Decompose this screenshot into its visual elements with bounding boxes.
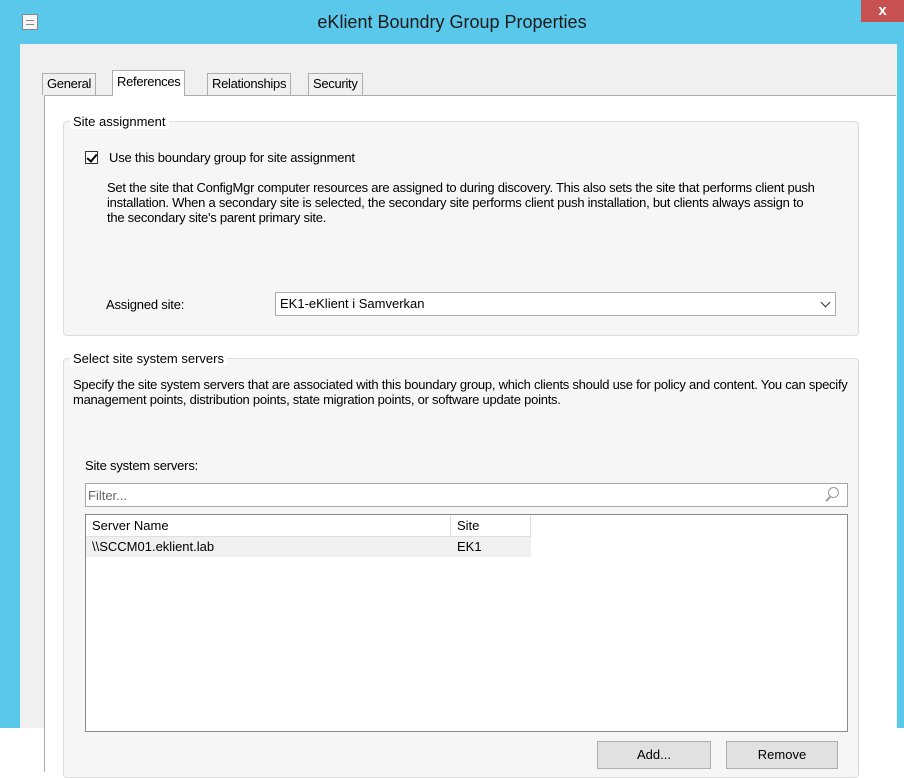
add-button[interactable]: Add... (597, 741, 711, 769)
site-assignment-description: Set the site that ConfigMgr computer res… (107, 180, 815, 225)
site-assignment-legend: Site assignment (70, 114, 169, 129)
close-button[interactable]: x (861, 0, 904, 22)
references-panel: Site assignment Use this boundary group … (44, 95, 896, 778)
remove-button[interactable]: Remove (726, 741, 838, 769)
tab-relationships[interactable]: Relationships (207, 73, 292, 95)
site-cell: EK1 (457, 539, 482, 554)
column-header-server-name[interactable]: Server Name (86, 515, 451, 537)
site-servers-list[interactable]: Server Name Site \\SCCM01.eklient.lab EK… (85, 514, 848, 732)
site-assignment-checkbox-label: Use this boundary group for site assignm… (109, 150, 355, 165)
dialog-body: General References Relationships Securit… (20, 44, 897, 778)
site-servers-description: Specify the site system servers that are… (73, 377, 848, 407)
search-icon[interactable] (824, 487, 841, 504)
server-name-cell: \\SCCM01.eklient.lab (92, 539, 215, 554)
window-title: eKlient Boundry Group Properties (317, 12, 587, 32)
column-header-site[interactable]: Site (451, 515, 531, 537)
site-servers-legend: Select site system servers (70, 351, 227, 366)
table-row[interactable]: \\SCCM01.eklient.lab EK1 (86, 537, 531, 557)
assigned-site-label: Assigned site: (106, 297, 185, 312)
filter-input[interactable] (88, 486, 788, 504)
assigned-site-value: EK1-eKlient i Samverkan (280, 296, 425, 311)
filter-box (85, 483, 848, 507)
tab-references[interactable]: References (112, 70, 186, 96)
window-frame-left (0, 0, 20, 728)
window-frame-right (897, 0, 904, 728)
tab-general[interactable]: General (42, 73, 97, 95)
chevron-down-icon (820, 297, 831, 308)
site-servers-list-label: Site system servers: (85, 458, 199, 473)
tab-security[interactable]: Security (308, 73, 363, 95)
site-assignment-checkbox[interactable] (85, 151, 98, 164)
assigned-site-select[interactable]: EK1-eKlient i Samverkan (275, 292, 836, 316)
